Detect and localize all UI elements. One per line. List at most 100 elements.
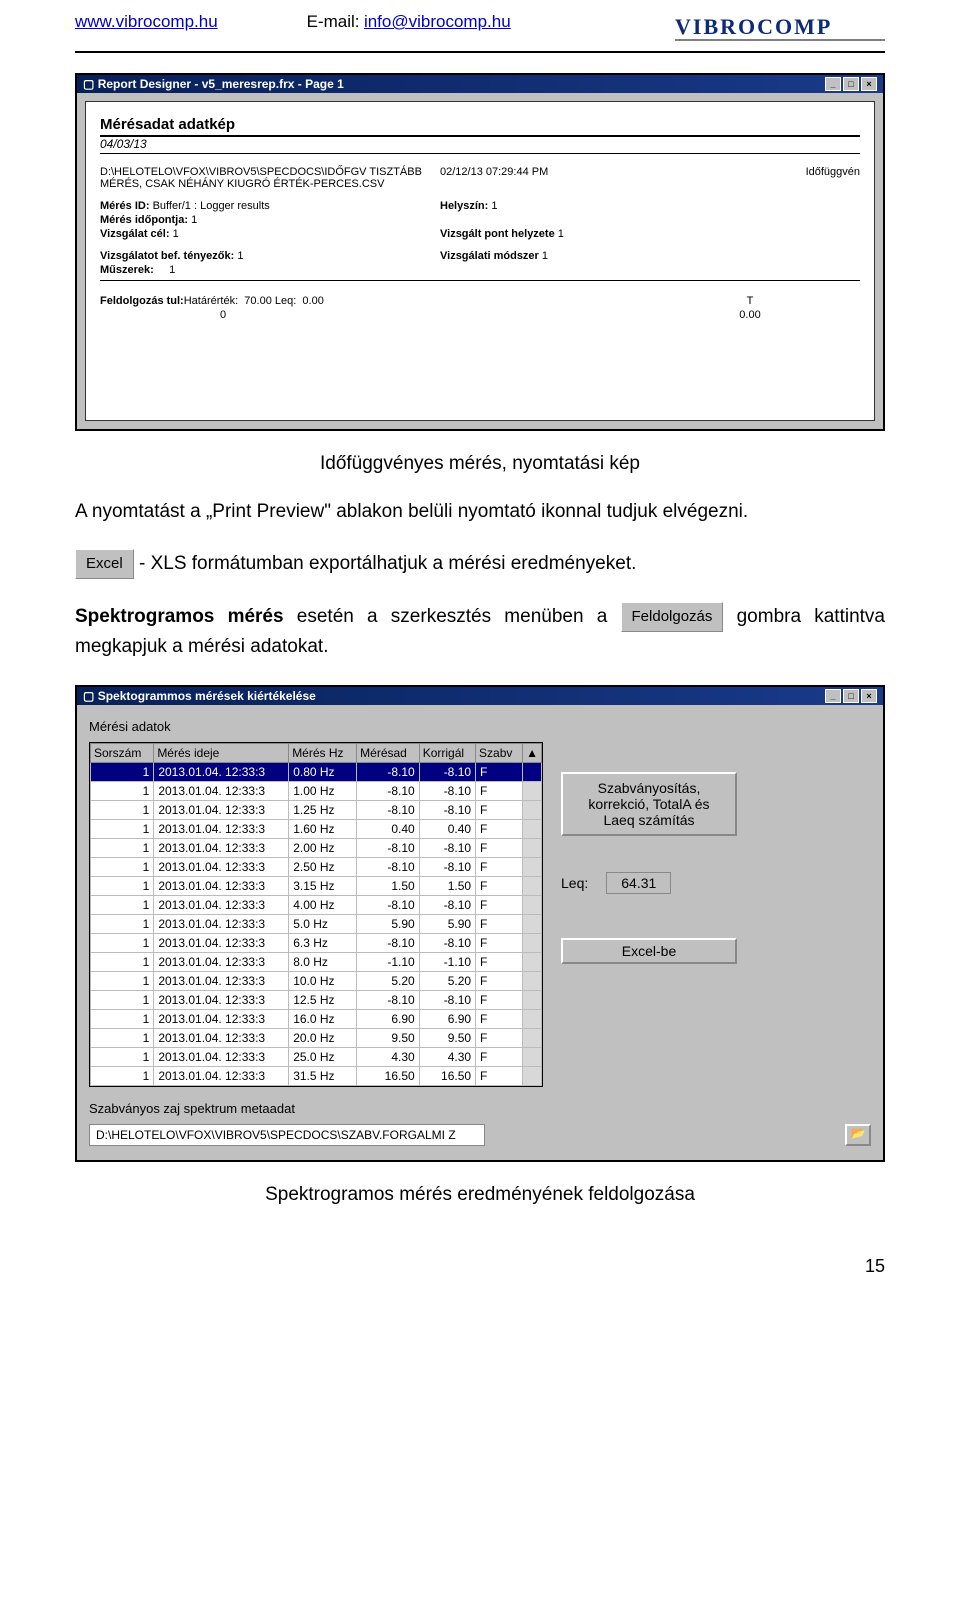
table-cell: -8.10 — [357, 838, 420, 857]
email-link[interactable]: info@vibrocomp.hu — [364, 12, 511, 31]
table-row[interactable]: 12013.01.04. 12:33:310.0 Hz5.205.20F — [91, 971, 542, 990]
table-row[interactable]: 12013.01.04. 12:33:316.0 Hz6.906.90F — [91, 1009, 542, 1028]
feldolgozas-button[interactable]: Feldolgozás — [621, 602, 724, 632]
table-cell: 1 — [91, 857, 154, 876]
scrollbar-track[interactable] — [523, 838, 542, 857]
table-cell: -8.10 — [419, 800, 475, 819]
table-cell: F — [476, 1047, 523, 1066]
scrollbar-track[interactable] — [523, 914, 542, 933]
scrollbar-track[interactable] — [523, 800, 542, 819]
table-cell: F — [476, 1066, 523, 1085]
table-cell: -8.10 — [357, 800, 420, 819]
table-row[interactable]: 12013.01.04. 12:33:33.15 Hz1.501.50F — [91, 876, 542, 895]
table-cell: F — [476, 895, 523, 914]
minimize-icon[interactable]: _ — [825, 689, 841, 703]
report-heading: Mérésadat adatkép — [100, 116, 860, 137]
table-row[interactable]: 12013.01.04. 12:33:320.0 Hz9.509.50F — [91, 1028, 542, 1047]
table-cell: F — [476, 971, 523, 990]
table-cell: 9.50 — [419, 1028, 475, 1047]
table-cell: F — [476, 762, 523, 781]
scrollbar-track[interactable] — [523, 933, 542, 952]
table-cell: -8.10 — [419, 857, 475, 876]
maximize-icon[interactable]: □ — [843, 689, 859, 703]
table-cell: 2013.01.04. 12:33:3 — [154, 990, 289, 1009]
table-cell: 2013.01.04. 12:33:3 — [154, 1009, 289, 1028]
vizsgcel-label: Vizsgálat cél: — [100, 228, 170, 240]
table-cell: 5.20 — [419, 971, 475, 990]
close-icon[interactable]: × — [861, 689, 877, 703]
table-row[interactable]: 12013.01.04. 12:33:32.50 Hz-8.10-8.10F — [91, 857, 542, 876]
col-header[interactable]: Sorszám — [91, 743, 154, 762]
table-cell: F — [476, 857, 523, 876]
table-cell: -8.10 — [419, 838, 475, 857]
table-cell: -1.10 — [357, 952, 420, 971]
modszer-value: 1 — [542, 250, 548, 262]
vpont-label: Vizsgált pont helyzete — [440, 228, 555, 240]
table-cell: -8.10 — [357, 933, 420, 952]
scrollbar-track[interactable] — [523, 819, 542, 838]
scrollbar-track[interactable] — [523, 1066, 542, 1085]
maximize-icon[interactable]: □ — [843, 77, 859, 91]
table-cell: 1 — [91, 838, 154, 857]
table-row[interactable]: 12013.01.04. 12:33:312.5 Hz-8.10-8.10F — [91, 990, 542, 1009]
table-cell: 5.20 — [357, 971, 420, 990]
close-icon[interactable]: × — [861, 77, 877, 91]
open-file-button[interactable]: 📂 — [845, 1124, 871, 1146]
table-row[interactable]: 12013.01.04. 12:33:31.25 Hz-8.10-8.10F — [91, 800, 542, 819]
table-cell: 1 — [91, 876, 154, 895]
col-header[interactable]: Mérésad — [357, 743, 420, 762]
excelbe-button[interactable]: Excel-be — [561, 938, 737, 964]
table-row[interactable]: 12013.01.04. 12:33:331.5 Hz16.5016.50F — [91, 1066, 542, 1085]
minimize-icon[interactable]: _ — [825, 77, 841, 91]
table-cell: 2013.01.04. 12:33:3 — [154, 933, 289, 952]
path-input[interactable]: D:\HELOTELO\VFOX\VIBROV5\SPECDOCS\SZABV.… — [89, 1124, 485, 1146]
table-cell: 2013.01.04. 12:33:3 — [154, 762, 289, 781]
data-grid[interactable]: SorszámMérés idejeMérés HzMérésadKorrigá… — [89, 742, 543, 1087]
col-header[interactable]: Mérés ideje — [154, 743, 289, 762]
table-cell: -8.10 — [419, 933, 475, 952]
zero-left: 0 — [100, 309, 440, 321]
zero-right: 0.00 — [640, 309, 860, 321]
scrollbar-track[interactable] — [523, 990, 542, 1009]
scrollbar-track[interactable] — [523, 1028, 542, 1047]
t-label: T — [640, 295, 860, 307]
leq-value: 64.31 — [606, 872, 671, 894]
table-cell: F — [476, 1028, 523, 1047]
table-cell: 1 — [91, 895, 154, 914]
table-row[interactable]: 12013.01.04. 12:33:35.0 Hz5.905.90F — [91, 914, 542, 933]
col-header[interactable]: Korrigál — [419, 743, 475, 762]
table-row[interactable]: 12013.01.04. 12:33:30.80 Hz-8.10-8.10F — [91, 762, 542, 781]
table-row[interactable]: 12013.01.04. 12:33:325.0 Hz4.304.30F — [91, 1047, 542, 1066]
paragraph-1b: - XLS formátumban exportálhatjuk a mérés… — [139, 553, 636, 574]
table-cell: F — [476, 800, 523, 819]
table-cell: 2013.01.04. 12:33:3 — [154, 1028, 289, 1047]
table-cell: 1.00 Hz — [289, 781, 357, 800]
site-link[interactable]: www.vibrocomp.hu — [75, 12, 218, 31]
table-row[interactable]: 12013.01.04. 12:33:38.0 Hz-1.10-1.10F — [91, 952, 542, 971]
scrollbar-track[interactable] — [523, 857, 542, 876]
table-cell: 2.50 Hz — [289, 857, 357, 876]
scrollbar-track[interactable] — [523, 876, 542, 895]
scrollbar-track[interactable] — [523, 762, 542, 781]
scroll-up-icon[interactable]: ▲ — [523, 743, 542, 762]
logo: VIBROCOMP — [675, 12, 885, 49]
spectrogram-window: ▢ Spektogrammos mérések kiértékelése _ □… — [75, 685, 885, 1162]
table-cell: 2013.01.04. 12:33:3 — [154, 857, 289, 876]
scrollbar-track[interactable] — [523, 952, 542, 971]
scrollbar-track[interactable] — [523, 781, 542, 800]
scrollbar-track[interactable] — [523, 971, 542, 990]
table-cell: 2.00 Hz — [289, 838, 357, 857]
standardize-button[interactable]: Szabványosítás, korrekció, TotalA és Lae… — [561, 772, 737, 836]
scrollbar-track[interactable] — [523, 895, 542, 914]
report-timestamp: 02/12/13 07:29:44 PM — [440, 166, 640, 190]
scrollbar-track[interactable] — [523, 1009, 542, 1028]
scrollbar-track[interactable] — [523, 1047, 542, 1066]
table-row[interactable]: 12013.01.04. 12:33:32.00 Hz-8.10-8.10F — [91, 838, 542, 857]
table-row[interactable]: 12013.01.04. 12:33:31.60 Hz0.400.40F — [91, 819, 542, 838]
excel-button[interactable]: Excel — [75, 549, 134, 579]
table-row[interactable]: 12013.01.04. 12:33:34.00 Hz-8.10-8.10F — [91, 895, 542, 914]
col-header[interactable]: Szabv — [476, 743, 523, 762]
col-header[interactable]: Mérés Hz — [289, 743, 357, 762]
table-row[interactable]: 12013.01.04. 12:33:31.00 Hz-8.10-8.10F — [91, 781, 542, 800]
table-row[interactable]: 12013.01.04. 12:33:36.3 Hz-8.10-8.10F — [91, 933, 542, 952]
